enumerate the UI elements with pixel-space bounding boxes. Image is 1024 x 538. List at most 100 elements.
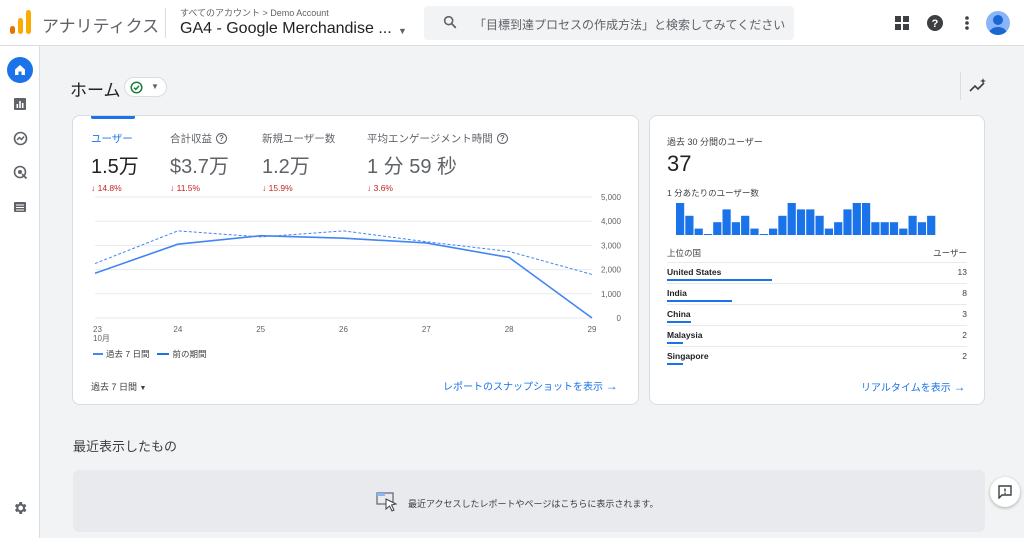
minute-bar[interactable]	[824, 228, 833, 235]
country-users: 2	[962, 330, 967, 340]
account-avatar[interactable]	[986, 11, 1010, 35]
country-share-bar	[667, 300, 733, 302]
country-name: Singapore	[667, 351, 709, 361]
view-realtime-link[interactable]: リアルタイムを表示 →	[861, 379, 965, 394]
metric-value: 1.2万	[262, 156, 310, 178]
minute-bar[interactable]	[871, 222, 880, 235]
series-line-current[interactable]	[94, 234, 593, 319]
users-line-chart[interactable]: 5,000 4,000 3,000 2,000 1,000 0 23 24 25 26 27 28 29…	[73, 186, 638, 346]
minute-bar[interactable]	[806, 209, 815, 235]
x-tick-label: 25	[256, 325, 265, 334]
view-snapshot-link[interactable]: レポートのスナップショットを表示 →	[443, 378, 618, 393]
minute-bar[interactable]	[917, 222, 926, 235]
country-share-bar	[667, 342, 683, 344]
country-name: Malaysia	[667, 330, 703, 340]
minute-bar[interactable]	[778, 215, 787, 235]
minute-bar[interactable]	[713, 222, 722, 235]
minute-bar[interactable]	[703, 234, 713, 235]
country-row[interactable]: China 3	[667, 304, 967, 325]
minute-bar[interactable]	[880, 222, 889, 235]
metric-value: 1.5万	[91, 156, 139, 178]
check-circle-icon	[130, 81, 143, 94]
minute-bar[interactable]	[862, 203, 871, 235]
metric-value: 1 分 59 秒	[367, 156, 458, 178]
x-tick-label: 24	[173, 325, 182, 334]
person-icon	[989, 15, 1007, 35]
page-title: ホーム	[70, 81, 121, 100]
y-tick-label: 4,000	[601, 217, 622, 226]
property-caret-icon[interactable]: ▼	[398, 26, 407, 36]
left-nav	[0, 46, 40, 538]
minute-bar[interactable]	[722, 209, 731, 235]
minute-bar[interactable]	[908, 215, 917, 235]
chart-legend: 過去 7 日間 前の期間	[93, 348, 206, 360]
advertising-icon	[13, 165, 27, 179]
x-tick-label: 29	[588, 325, 597, 334]
country-users: 3	[962, 309, 967, 319]
metric-label: 合計収益?	[170, 131, 229, 146]
y-tick-label: 2,000	[601, 266, 622, 275]
breadcrumb[interactable]: すべてのアカウント > Demo Account	[180, 6, 329, 19]
minute-bar[interactable]	[834, 222, 843, 235]
nav-configure[interactable]	[7, 194, 33, 220]
minute-bar[interactable]	[676, 203, 685, 235]
minute-bar[interactable]	[899, 228, 908, 235]
x-tick-label: 26	[339, 325, 348, 334]
per-minute-bar-chart[interactable]	[676, 202, 966, 236]
insights-button[interactable]	[960, 72, 990, 100]
y-tick-label: 3,000	[601, 241, 622, 250]
minute-bar[interactable]	[843, 209, 852, 235]
minute-bar[interactable]	[759, 234, 768, 235]
country-name: India	[667, 288, 687, 298]
metric-label: ユーザー	[91, 133, 133, 145]
nav-home[interactable]	[7, 57, 33, 83]
minute-bar[interactable]	[796, 209, 806, 235]
svg-text:?: ?	[932, 18, 939, 30]
recent-empty-message: 最近アクセスしたレポートやページはこちらに表示されます。	[408, 499, 659, 509]
minute-bar[interactable]	[787, 203, 796, 235]
minute-bar[interactable]	[852, 203, 861, 235]
minute-bar[interactable]	[731, 222, 740, 235]
metric-users[interactable]: ユーザー 1.5万 ↓ 14.8%	[91, 131, 139, 193]
country-row[interactable]: Singapore 2	[667, 346, 967, 367]
col-country: 上位の国	[667, 248, 702, 258]
realtime-card: 過去 30 分間のユーザー 37 1 分あたりのユーザー数 上位の国 ユーザー …	[649, 115, 985, 405]
search-input[interactable]: 「目標到達プロセスの作成方法」と検索してみてください	[474, 16, 785, 33]
property-selector[interactable]: GA4 - Google Merchandise ...	[180, 20, 392, 38]
minute-bar[interactable]	[685, 215, 694, 235]
analytics-logo-icon[interactable]	[10, 10, 32, 34]
metric-new-users[interactable]: 新規ユーザー数 1.2万 ↓ 15.9%	[262, 131, 335, 193]
minute-bar[interactable]	[694, 228, 703, 235]
apps-grid-icon[interactable]	[892, 13, 912, 33]
metric-engagement-time[interactable]: 平均エンゲージメント時間? 1 分 59 秒 ↓ 3.6%	[367, 131, 508, 193]
minute-bar[interactable]	[889, 222, 899, 235]
country-row[interactable]: United States 13	[667, 262, 967, 283]
help-circle-icon[interactable]: ?	[496, 133, 508, 144]
nav-explore[interactable]	[7, 125, 33, 151]
realtime-table-header: 上位の国 ユーザー	[667, 247, 967, 259]
country-row[interactable]: India 8	[667, 283, 967, 304]
nav-advertising[interactable]	[7, 159, 33, 185]
nav-admin[interactable]	[7, 495, 33, 521]
feedback-icon	[998, 485, 1012, 499]
minute-bar[interactable]	[750, 228, 759, 235]
search-bar[interactable]: 「目標到達プロセスの作成方法」と検索してみてください	[424, 6, 794, 40]
y-tick-label: 0	[617, 314, 622, 323]
country-share-bar	[667, 321, 692, 323]
help-circle-icon[interactable]: ?	[216, 133, 227, 144]
more-vert-icon[interactable]	[957, 13, 977, 33]
minute-bar[interactable]	[927, 215, 936, 235]
country-row[interactable]: Malaysia 2	[667, 325, 967, 346]
home-icon	[15, 65, 25, 75]
minute-bar[interactable]	[741, 215, 750, 235]
nav-reports[interactable]	[7, 91, 33, 117]
minute-bar[interactable]	[815, 215, 824, 235]
feedback-button[interactable]	[990, 477, 1020, 507]
top-bar: アナリティクス すべてのアカウント > Demo Account GA4 - G…	[0, 0, 1024, 46]
minute-bar[interactable]	[769, 228, 778, 235]
date-range-selector[interactable]: 過去 7 日間 ▼	[91, 380, 146, 393]
data-status-chip[interactable]: ▼	[124, 77, 167, 97]
help-icon[interactable]: ?	[925, 13, 945, 33]
x-month-label: 10月	[93, 334, 110, 343]
metric-revenue[interactable]: 合計収益? $3.7万 ↓ 11.5%	[170, 131, 229, 193]
